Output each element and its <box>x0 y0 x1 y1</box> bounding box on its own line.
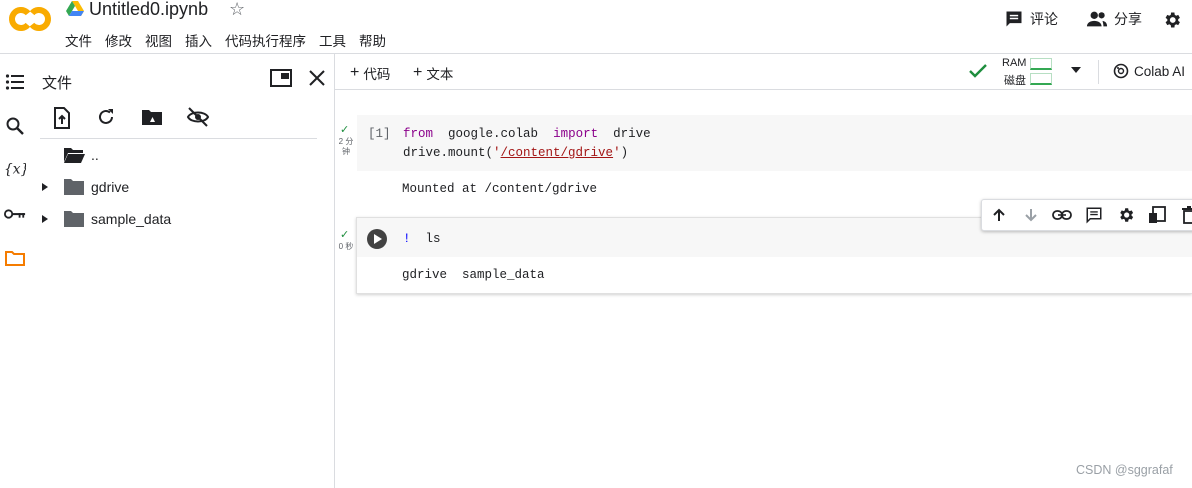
panel-divider <box>334 54 335 488</box>
code-name: drive <box>613 127 651 141</box>
ram-label: RAM <box>1002 57 1027 69</box>
code-quote: ' <box>493 146 501 160</box>
variables-icon[interactable]: {x} <box>4 158 26 180</box>
watermark-text: CSDN @sggrafaf <box>1076 463 1173 477</box>
add-code-button[interactable]: + 代码 <box>350 63 390 83</box>
link-icon[interactable] <box>1051 204 1073 226</box>
cell2-exec-time: 0 秒 <box>338 242 354 251</box>
code-call: drive.mount( <box>403 146 494 160</box>
star-icon[interactable]: ☆ <box>229 0 245 20</box>
mount-drive-icon[interactable] <box>141 107 163 127</box>
colab-ai-icon <box>1113 63 1129 79</box>
menu-edit[interactable]: 修改 <box>105 30 132 50</box>
colab-logo[interactable] <box>8 6 52 32</box>
add-comment-icon[interactable] <box>1083 204 1105 226</box>
mirror-cell-icon[interactable] <box>1147 204 1169 226</box>
code-string-path: /content/gdrive <box>500 146 614 160</box>
folder-files-icon[interactable] <box>4 247 26 269</box>
panel-toolbar-divider <box>40 138 317 139</box>
tree-row-gdrive[interactable]: gdrive <box>40 178 129 196</box>
code-quote: ' <box>613 146 621 160</box>
menu-bar: 文件 修改 视图 插入 代码执行程序 工具 帮助 <box>65 30 386 50</box>
tree-label-gdrive: gdrive <box>91 179 130 195</box>
ram-meter[interactable] <box>1030 58 1052 70</box>
delete-trash-icon[interactable] <box>1178 204 1192 226</box>
expand-arrow-icon[interactable] <box>40 182 63 192</box>
cell-settings-gear-icon[interactable] <box>1115 204 1137 226</box>
search-icon[interactable] <box>4 115 26 137</box>
settings-gear-icon[interactable] <box>1162 10 1182 30</box>
code-bang: ! <box>403 232 411 246</box>
code-command: ls <box>425 232 441 246</box>
resources-dropdown-icon[interactable] <box>1070 66 1082 74</box>
people-icon <box>1086 9 1108 29</box>
expand-arrow-icon[interactable] <box>40 214 63 224</box>
open-folder-icon <box>63 146 85 164</box>
tree-label-sample-data: sample_data <box>91 211 172 227</box>
toolbar-divider <box>1098 60 1099 84</box>
upload-file-icon[interactable] <box>52 107 72 129</box>
cell1-code-line1[interactable]: from google.colab import drive <box>403 127 651 141</box>
disk-meter[interactable] <box>1030 73 1052 85</box>
tree-row-parent[interactable]: .. <box>63 146 99 164</box>
code-paren: ) <box>620 146 629 160</box>
cell2-output: gdrive sample_data <box>402 268 545 282</box>
cell1-status-check-icon: ✓ <box>340 124 350 136</box>
hide-files-eye-icon[interactable] <box>186 107 210 127</box>
cell1-exec-count: [1] <box>368 127 391 141</box>
comment-button[interactable]: 评论 <box>1004 9 1058 29</box>
cell1-exec-time: 2 分钟 <box>338 137 354 156</box>
file-panel-title: 文件 <box>42 75 73 92</box>
notebook-title[interactable]: Untitled0.ipynb <box>89 0 208 20</box>
cell2-code-line[interactable]: ! ls <box>403 232 441 246</box>
comment-label: 评论 <box>1030 11 1058 27</box>
code-module: google.colab <box>448 127 539 141</box>
refresh-icon[interactable] <box>96 107 116 127</box>
move-cell-up-arrow-icon[interactable] <box>988 204 1010 226</box>
plus-icon: + <box>413 64 423 81</box>
menu-view[interactable]: 视图 <box>145 30 172 50</box>
cell1-output: Mounted at /content/gdrive <box>402 182 598 196</box>
folder-icon <box>63 178 85 196</box>
menu-tools[interactable]: 工具 <box>319 30 346 50</box>
code-keyword: import <box>553 127 599 141</box>
menu-insert[interactable]: 插入 <box>185 30 212 50</box>
key-secrets-icon[interactable] <box>4 203 26 225</box>
tree-label-parent: .. <box>91 147 99 163</box>
add-code-label: 代码 <box>363 67 391 82</box>
colab-ai-label: Colab AI <box>1134 63 1186 79</box>
header-divider <box>0 53 1192 54</box>
tree-row-sample-data[interactable]: sample_data <box>40 210 171 228</box>
plus-icon: + <box>350 64 360 81</box>
disk-label: 磁盘 <box>1004 75 1026 87</box>
svg-text:{x}: {x} <box>4 162 26 178</box>
share-label: 分享 <box>1114 11 1142 27</box>
add-text-button[interactable]: + 文本 <box>413 63 453 83</box>
close-icon[interactable] <box>308 69 326 87</box>
menu-runtime[interactable]: 代码执行程序 <box>225 30 306 50</box>
toc-list-icon[interactable] <box>4 71 26 93</box>
menu-file[interactable]: 文件 <box>65 30 92 50</box>
google-drive-icon[interactable] <box>66 1 84 17</box>
run-cell-button[interactable] <box>366 228 388 250</box>
cell2-status-check-icon: ✓ <box>340 229 350 241</box>
comment-icon <box>1004 9 1024 29</box>
cell1-code-area[interactable] <box>357 115 1192 171</box>
folder-icon <box>63 210 85 228</box>
maximize-panel-icon[interactable] <box>270 69 292 87</box>
connected-check-icon[interactable] <box>968 62 988 80</box>
cell-toolbar <box>981 199 1192 231</box>
cell1-code-line2[interactable]: drive.mount('/content/gdrive') <box>403 146 628 160</box>
colab-ai-button[interactable]: Colab AI <box>1113 63 1185 79</box>
move-cell-down-arrow-icon[interactable] <box>1020 204 1042 226</box>
code-keyword: from <box>403 127 434 141</box>
menu-help[interactable]: 帮助 <box>359 30 386 50</box>
share-button[interactable]: 分享 <box>1086 9 1142 29</box>
add-text-label: 文本 <box>426 67 454 82</box>
toolbar-bottom-divider <box>335 89 1192 90</box>
